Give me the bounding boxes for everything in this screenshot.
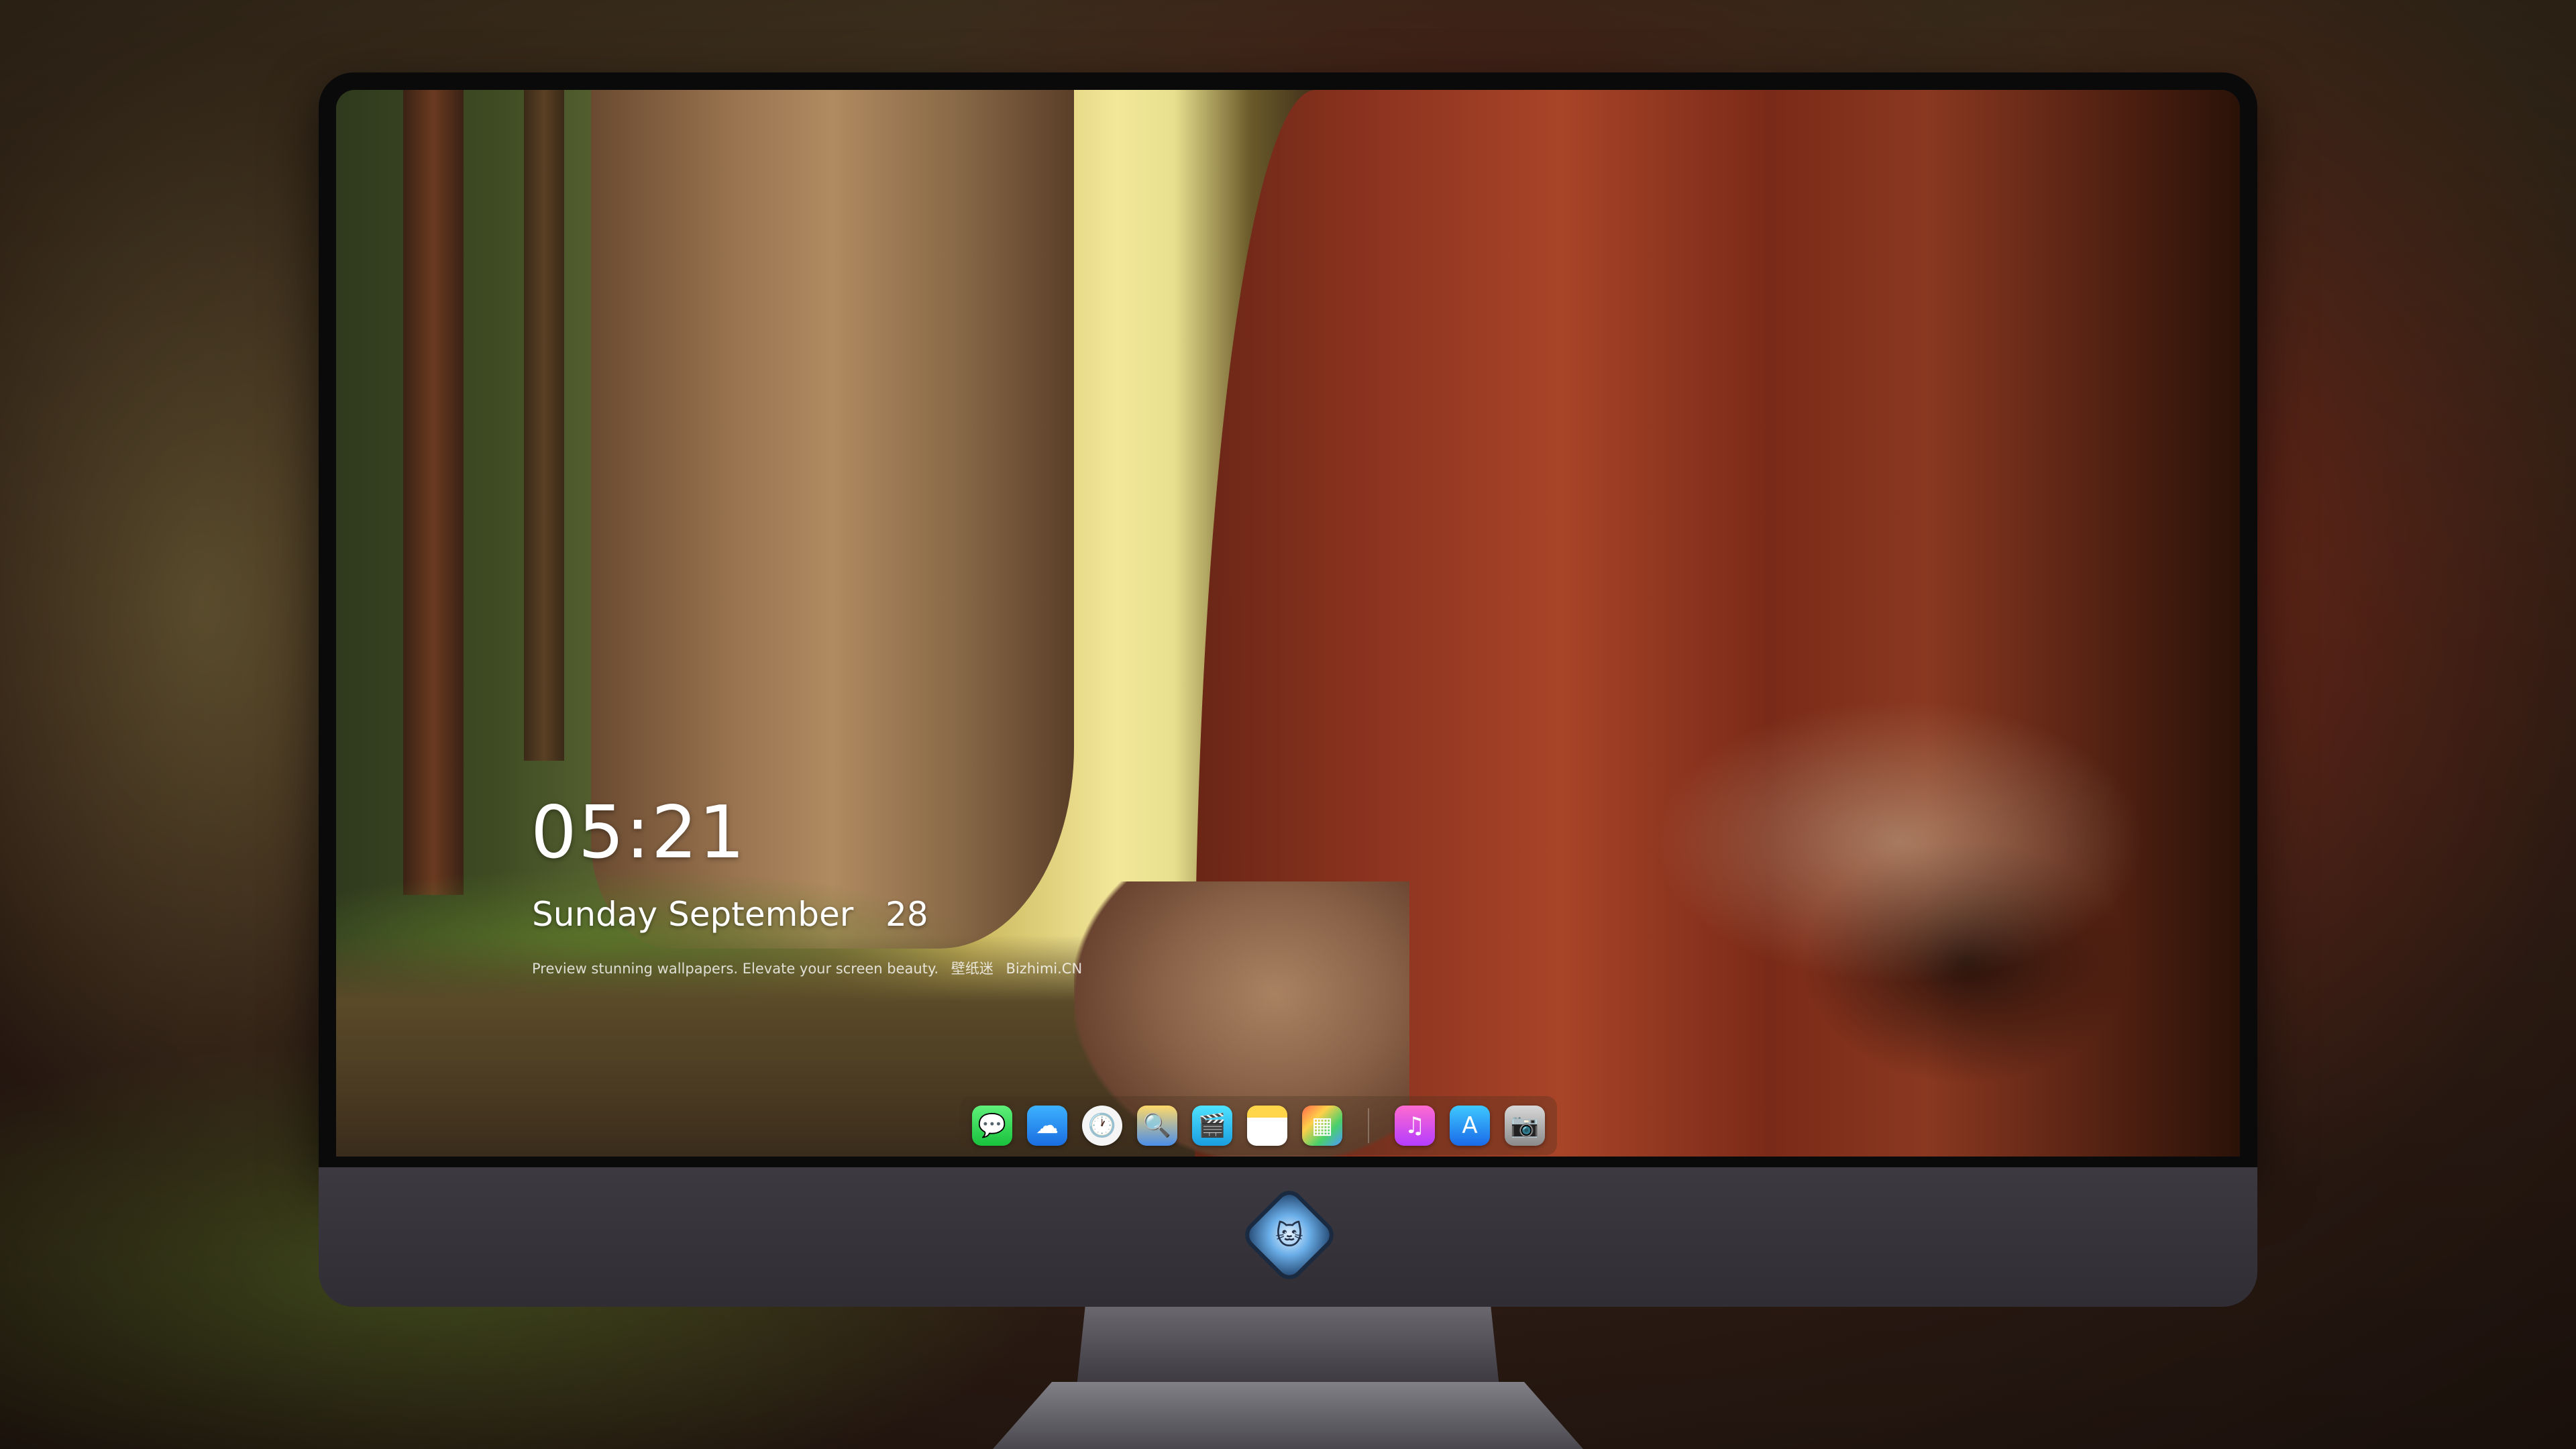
monitor-bezel: 05:21 Sunday September 28 Preview stunni… [319, 72, 2257, 1167]
monitor-stand-foot [993, 1382, 1583, 1449]
wallpaper-tagline: Preview stunning wallpapers. Elevate you… [532, 958, 1090, 978]
preview-icon[interactable]: 🔍 [1137, 1106, 1177, 1146]
lock-date: Sunday September 28 [532, 895, 928, 934]
tagline-text: Preview stunning wallpapers. Elevate you… [532, 961, 939, 977]
lock-clock: 05:21 [531, 791, 747, 875]
monitor-stand-neck [1077, 1307, 1499, 1387]
lock-screen[interactable]: 05:21 Sunday September 28 Preview stunni… [336, 90, 2240, 1157]
photos-icon[interactable]: ▦ [1302, 1106, 1342, 1146]
dock: 💬 ☁ 🕐 🔍 🎬 ▦ ♫ A 📷 [960, 1096, 1557, 1155]
clock-icon[interactable]: 🕐 [1082, 1106, 1122, 1146]
monitor: 05:21 Sunday September 28 Preview stunni… [319, 72, 2257, 1307]
weather-icon[interactable]: ☁ [1027, 1106, 1067, 1146]
brand-logo-glyph: 🐱 [1275, 1220, 1303, 1251]
app-store-icon[interactable]: A [1450, 1106, 1490, 1146]
wallpaper-tree-small [524, 90, 564, 761]
claquette-icon[interactable]: 🎬 [1192, 1106, 1232, 1146]
notes-icon[interactable] [1247, 1106, 1287, 1146]
wallpaper-tree-small [403, 90, 464, 895]
music-icon[interactable]: ♫ [1395, 1106, 1435, 1146]
dock-separator [1368, 1108, 1369, 1143]
tagline-site: Bizhimi.CN [1006, 961, 1083, 977]
messages-icon[interactable]: 💬 [972, 1106, 1012, 1146]
tagline-brand: 壁纸迷 [951, 961, 994, 977]
camera-icon[interactable]: 📷 [1505, 1106, 1545, 1146]
